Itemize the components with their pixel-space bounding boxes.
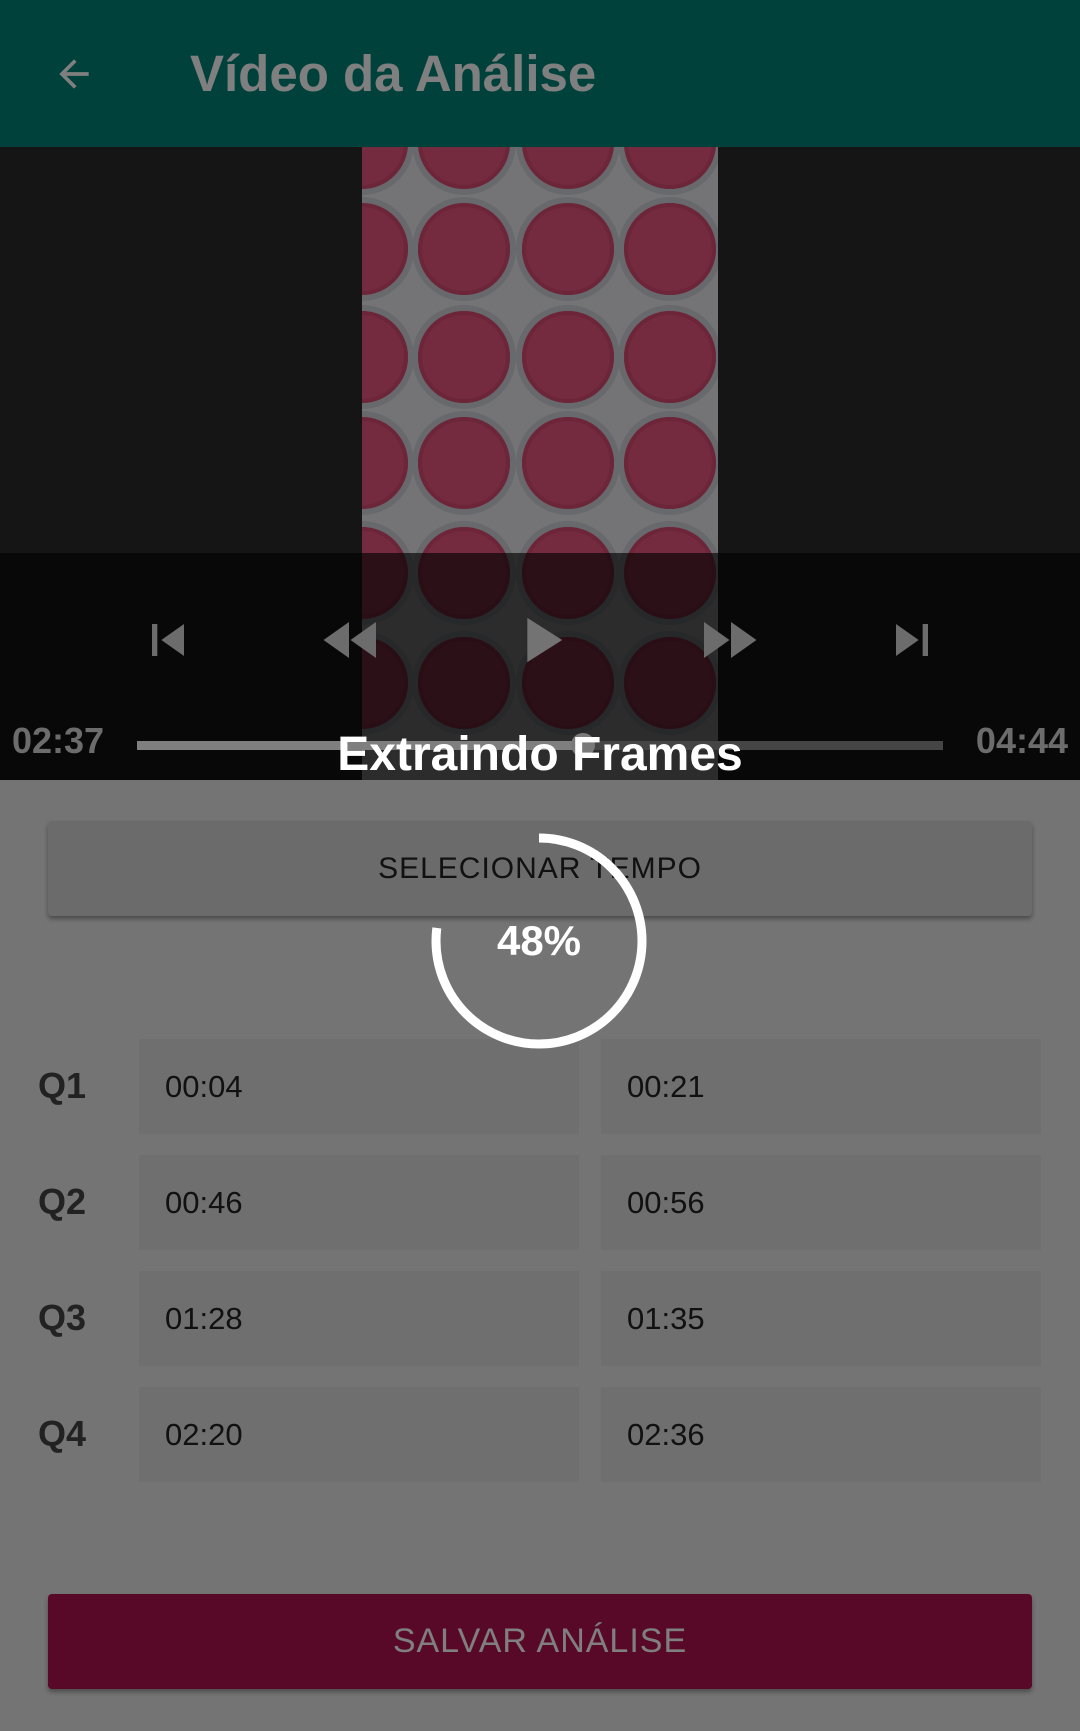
progress-title: Extraindo Frames [337,728,743,781]
progress-percent: 48% [496,917,582,964]
